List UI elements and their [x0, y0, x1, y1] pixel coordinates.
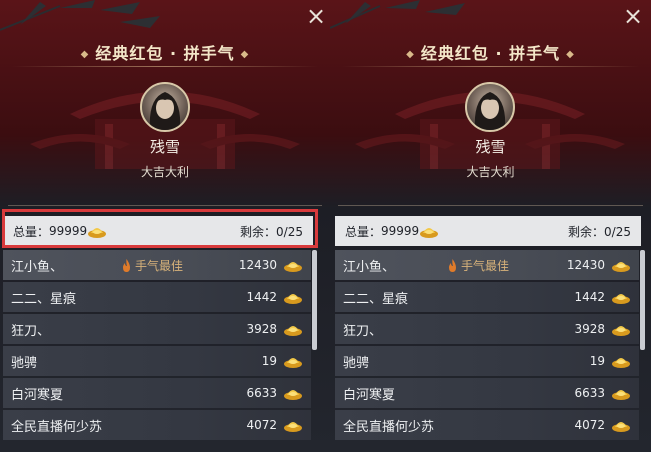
packet-title: 经典红包 · 拼手气 [95, 44, 235, 63]
blessing-text: 大吉大利 [466, 165, 515, 179]
divider [8, 205, 322, 206]
avatar [465, 82, 515, 132]
list-item: 二二、星痕 1442 [3, 282, 311, 312]
total-amount: 总量： 99999 [345, 223, 439, 240]
list-item: 狂刀、 3928 [335, 314, 639, 344]
amount: 3928 [246, 322, 277, 336]
amount: 4072 [246, 418, 277, 432]
gold-ingot-icon [611, 353, 631, 369]
amount: 1442 [574, 290, 605, 304]
remaining-count: 剩余：0/25 [240, 223, 303, 240]
amount: 19 [589, 354, 605, 368]
list-item: 白河寒夏 6633 [3, 378, 311, 408]
total-amount: 总量： 99999 [13, 223, 107, 240]
list-item: 白河寒夏 6633 [335, 378, 639, 408]
gold-ingot-icon [611, 289, 631, 305]
summary-bar: 总量： 99999 剩余：0/25 [335, 216, 641, 246]
packet-title-row: ◆ 经典红包 · 拼手气 ◆ [0, 40, 330, 64]
bamboo-decoration [0, 0, 180, 40]
recipient-name: 全民直播何少苏 [343, 419, 435, 435]
list-item: 二二、星痕 1442 [335, 282, 639, 312]
red-packet-panel-right: × ◆ 经典红包 · 拼手气 ◆ 残雪 大吉大利 总量： 99999 剩余：0/25 [330, 0, 651, 452]
remaining-label: 剩余： [240, 224, 277, 239]
total-label: 总量： [13, 224, 50, 239]
close-icon: × [622, 2, 644, 30]
blessing-text: 大吉大利 [140, 165, 189, 179]
amount: 12430 [238, 258, 277, 272]
list-item: 全民直播何少苏 4072 [3, 410, 311, 440]
recipient-list[interactable]: 江小鱼、 手气最佳 12430 二二、星痕 1442 狂刀、 3928 驰骋 1… [3, 250, 311, 452]
recipient-name: 白河寒夏 [343, 387, 396, 403]
gold-ingot-icon [283, 321, 303, 337]
gold-ingot-icon [419, 223, 439, 239]
total-value: 99999 [381, 224, 420, 238]
close-button[interactable]: × [304, 4, 328, 28]
gold-ingot-icon [283, 289, 303, 305]
best-luck-label: 手气最佳 [135, 258, 184, 273]
diamond-ornament-icon: ◆ [406, 49, 415, 60]
summary-bar: 总量： 99999 剩余：0/25 [3, 216, 313, 246]
recipient-name: 狂刀、 [11, 323, 51, 339]
amount: 12430 [566, 258, 605, 272]
close-button[interactable]: × [621, 4, 645, 28]
recipient-name: 狂刀、 [343, 323, 383, 339]
packet-title: 经典红包 · 拼手气 [420, 44, 561, 63]
recipient-name: 二二、星痕 [11, 291, 77, 307]
divider [338, 205, 643, 206]
gold-ingot-icon [283, 353, 303, 369]
gold-ingot-icon [87, 223, 107, 239]
divider [342, 66, 639, 67]
flame-icon [449, 258, 456, 272]
amount: 6633 [246, 386, 277, 400]
gold-ingot-icon [611, 417, 631, 433]
diamond-ornament-icon: ◆ [80, 49, 90, 60]
best-luck-tag: 手气最佳 [447, 257, 509, 274]
red-packet-panel-left: × ◆ 经典红包 · 拼手气 ◆ 残雪 大吉大利 总量： 99999 剩余：0/25 [0, 0, 330, 452]
close-icon: × [305, 2, 327, 30]
avatar [140, 82, 190, 132]
gold-ingot-icon [611, 385, 631, 401]
recipient-name: 白河寒夏 [11, 387, 64, 403]
best-luck-tag: 手气最佳 [121, 257, 183, 274]
gold-ingot-icon [283, 385, 303, 401]
bamboo-decoration [330, 0, 500, 40]
list-item: 江小鱼、 手气最佳 12430 [3, 250, 311, 280]
amount: 6633 [574, 386, 605, 400]
recipient-list[interactable]: 江小鱼、 手气最佳 12430 二二、星痕 1442 狂刀、 3928 驰骋 1… [335, 250, 639, 452]
total-label: 总量： [345, 224, 382, 239]
gold-ingot-icon [283, 257, 303, 273]
list-item: 驰骋 19 [335, 346, 639, 376]
amount: 1442 [246, 290, 277, 304]
diamond-ornament-icon: ◆ [566, 49, 575, 60]
remaining-value: 0/25 [276, 224, 303, 239]
remaining-label: 剩余： [568, 224, 605, 239]
gold-ingot-icon [611, 321, 631, 337]
scrollbar[interactable] [640, 250, 645, 350]
best-luck-label: 手气最佳 [461, 258, 510, 273]
diamond-ornament-icon: ◆ [240, 49, 250, 60]
gold-ingot-icon [611, 257, 631, 273]
sender-name: 残雪 [149, 138, 180, 156]
divider [12, 66, 318, 67]
amount: 3928 [574, 322, 605, 336]
recipient-name: 二二、星痕 [343, 291, 409, 307]
list-item: 驰骋 19 [3, 346, 311, 376]
recipient-name: 全民直播何少苏 [11, 419, 103, 435]
remaining-count: 剩余：0/25 [568, 223, 631, 240]
sender-name: 残雪 [475, 138, 506, 156]
recipient-name: 驰骋 [11, 355, 38, 371]
recipient-name: 驰骋 [343, 355, 370, 371]
list-item: 江小鱼、 手气最佳 12430 [335, 250, 639, 280]
list-item: 狂刀、 3928 [3, 314, 311, 344]
packet-title-row: ◆ 经典红包 · 拼手气 ◆ [330, 40, 651, 64]
amount: 19 [261, 354, 277, 368]
list-item: 全民直播何少苏 4072 [335, 410, 639, 440]
gold-ingot-icon [283, 417, 303, 433]
total-value: 99999 [49, 224, 88, 238]
scrollbar[interactable] [312, 250, 317, 350]
amount: 4072 [574, 418, 605, 432]
remaining-value: 0/25 [604, 224, 631, 239]
flame-icon [123, 258, 130, 272]
